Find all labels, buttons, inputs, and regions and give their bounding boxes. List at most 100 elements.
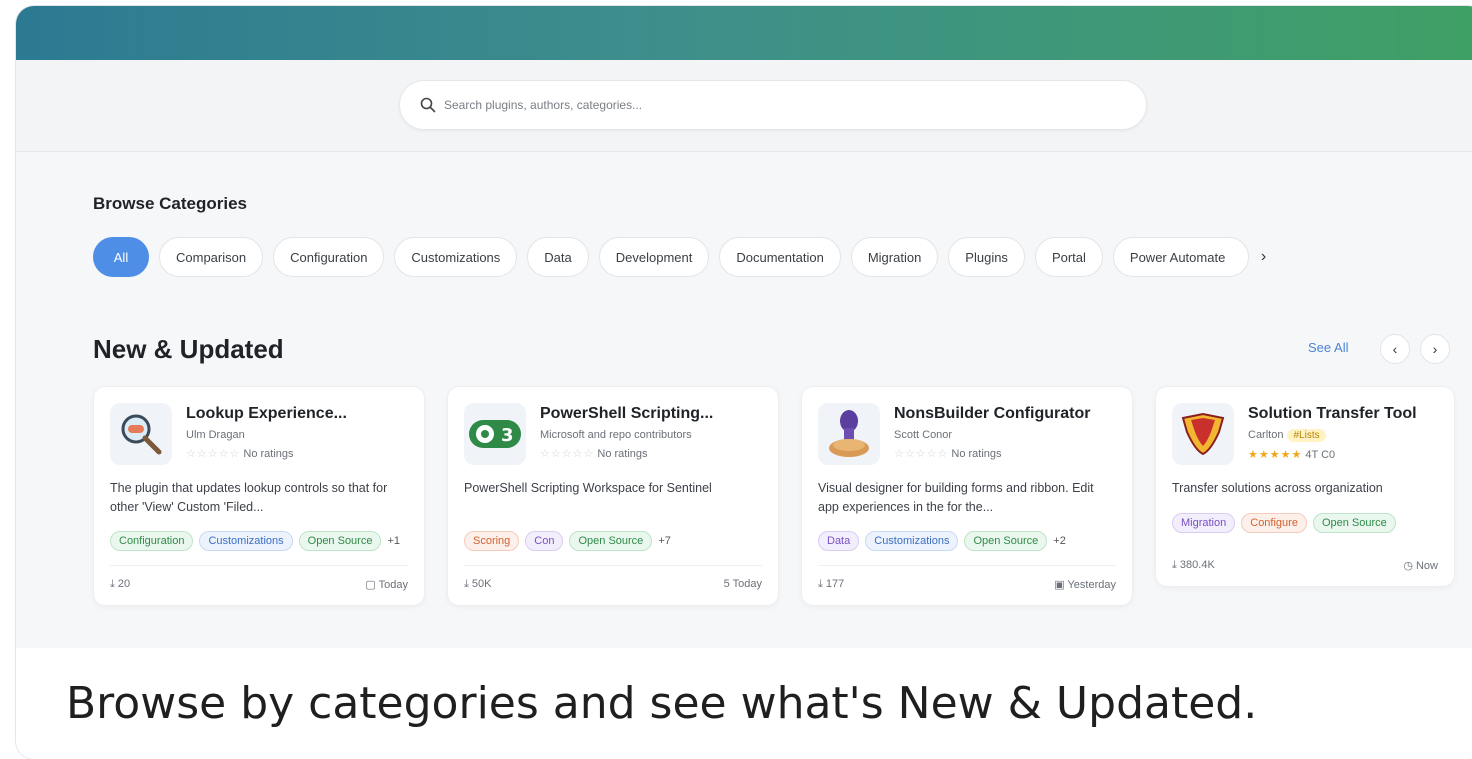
downloads: ⤓ 50K bbox=[464, 578, 492, 590]
card-tags: Migration Configure Open Source bbox=[1172, 513, 1438, 533]
tag[interactable]: Open Source bbox=[569, 531, 653, 551]
svg-text:3: 3 bbox=[501, 425, 514, 446]
card-author: Carlton #Lists bbox=[1248, 429, 1438, 442]
tag[interactable]: Customizations bbox=[199, 531, 293, 551]
card-footer: ⤓ 20 ▢ Today bbox=[110, 565, 408, 605]
category-chip-comparison[interactable]: Comparison bbox=[159, 237, 264, 277]
header-banner bbox=[16, 6, 1472, 60]
chevron-right-icon: › bbox=[1432, 341, 1438, 357]
updated: ▣ Yesterday bbox=[1054, 579, 1116, 591]
rating-stars: ★★★★★ bbox=[1248, 449, 1303, 461]
category-chip-portal[interactable]: Portal bbox=[1034, 237, 1103, 277]
category-chip-plugins[interactable]: Plugins bbox=[948, 237, 1025, 277]
card-rating: ☆☆☆☆☆ No ratings bbox=[186, 447, 408, 460]
more-tags-count: +7 bbox=[658, 535, 671, 547]
updated: ▢ Today bbox=[365, 579, 408, 591]
updated: 5 Today bbox=[723, 578, 762, 590]
tag[interactable]: Migration bbox=[1172, 513, 1236, 533]
card-description: PowerShell Scripting Workspace for Senti… bbox=[464, 481, 712, 495]
category-chips: All Comparison Configuration Customizati… bbox=[93, 236, 1266, 278]
card-rating: ★★★★★ 4T C0 bbox=[1248, 448, 1438, 461]
card-title[interactable]: Lookup Experience... bbox=[186, 405, 408, 423]
card-description: The plugin that updates lookup controls … bbox=[110, 481, 388, 515]
new-updated-title: New & Updated bbox=[93, 334, 284, 364]
calendar-icon: ▣ bbox=[1054, 579, 1068, 591]
more-tags-count: +1 bbox=[387, 535, 401, 547]
card-author: Microsoft and repo contributors bbox=[540, 429, 692, 441]
search-icon bbox=[420, 97, 436, 113]
card-rating: ☆☆☆☆☆ No ratings bbox=[894, 447, 1116, 460]
category-chip-power-automate[interactable]: Power Automate bbox=[1112, 237, 1249, 277]
card-author: Scott Conor bbox=[894, 429, 953, 441]
see-all-link[interactable]: See All bbox=[1308, 340, 1348, 355]
caption-bar: Browse by categories and see what's New … bbox=[16, 648, 1472, 759]
category-chip-customizations[interactable]: Customizations bbox=[394, 237, 518, 277]
badge: #Lists bbox=[1287, 429, 1326, 442]
caption-text: Browse by categories and see what's New … bbox=[66, 678, 1258, 729]
search-bar[interactable] bbox=[399, 80, 1147, 130]
magnifier-icon bbox=[110, 403, 172, 465]
downloads: ⤓ 380.4K bbox=[1172, 559, 1215, 571]
category-chip-data[interactable]: Data bbox=[527, 237, 589, 277]
tag[interactable]: Con bbox=[525, 531, 564, 551]
card-tags: Configuration Customizations Open Source… bbox=[110, 531, 408, 551]
chevron-right-icon[interactable]: › bbox=[1261, 248, 1266, 266]
card-footer: ⤓ 177 ▣ Yesterday bbox=[818, 565, 1116, 605]
rating-text: No ratings bbox=[243, 448, 294, 460]
tag[interactable]: Open Source bbox=[298, 531, 382, 551]
rating-stars: ☆☆☆☆☆ bbox=[540, 448, 595, 460]
category-chip-configuration[interactable]: Configuration bbox=[273, 237, 385, 277]
tag[interactable]: Open Source bbox=[964, 531, 1048, 551]
carousel-next-button[interactable]: › bbox=[1420, 334, 1450, 364]
card-title[interactable]: PowerShell Scripting... bbox=[540, 405, 762, 423]
plugin-card[interactable]: Lookup Experience... Ulm Dragan ☆☆☆☆☆ No… bbox=[93, 386, 425, 606]
category-chip-migration[interactable]: Migration bbox=[850, 237, 939, 277]
rating-stars: ☆☆☆☆☆ bbox=[894, 448, 949, 460]
updated: ◷ Now bbox=[1403, 560, 1438, 572]
download-icon: ⤓ bbox=[818, 578, 826, 590]
tag[interactable]: Open Source bbox=[1312, 513, 1396, 533]
tag[interactable]: Configure bbox=[1241, 513, 1307, 533]
rating-text: No ratings bbox=[951, 448, 1002, 460]
app-window: Browse Categories All Comparison Configu… bbox=[16, 6, 1472, 759]
card-footer: ⤓ 50K 5 Today bbox=[464, 565, 762, 605]
plugin-card[interactable]: NonsBuilder Configurator Scott Conor ☆☆☆… bbox=[801, 386, 1133, 606]
download-icon: ⤓ bbox=[1172, 559, 1180, 571]
tag[interactable]: Configuration bbox=[110, 531, 194, 551]
calendar-icon: ▢ bbox=[365, 579, 379, 591]
downloads: ⤓ 20 bbox=[110, 578, 131, 590]
stamp-icon bbox=[818, 403, 880, 465]
chevron-left-icon: ‹ bbox=[1392, 341, 1398, 357]
category-chip-documentation[interactable]: Documentation bbox=[719, 237, 841, 277]
category-chip-development[interactable]: Development bbox=[598, 237, 710, 277]
search-input[interactable] bbox=[444, 98, 1124, 112]
search-area bbox=[16, 60, 1472, 152]
downloads: ⤓ 177 bbox=[818, 578, 845, 590]
card-description: Transfer solutions across organization bbox=[1172, 481, 1383, 495]
rating-stars: ☆☆☆☆☆ bbox=[186, 448, 241, 460]
card-title[interactable]: Solution Transfer Tool bbox=[1248, 405, 1438, 423]
tag[interactable]: Scoring bbox=[464, 531, 520, 551]
rating-text: No ratings bbox=[597, 448, 648, 460]
tag[interactable]: Customizations bbox=[865, 531, 959, 551]
tag[interactable]: Data bbox=[818, 531, 860, 551]
clock-icon: ◷ bbox=[1403, 560, 1416, 572]
plugin-card[interactable]: 3 PowerShell Scripting... Microsoft and … bbox=[447, 386, 779, 606]
download-icon: ⤓ bbox=[110, 578, 118, 590]
card-tags: Scoring Con Open Source +7 bbox=[464, 531, 762, 551]
card-author: Ulm Dragan bbox=[186, 429, 245, 441]
card-rating: ☆☆☆☆☆ No ratings bbox=[540, 447, 762, 460]
card-footer: ⤓ 380.4K ◷ Now bbox=[1172, 547, 1438, 586]
card-title[interactable]: NonsBuilder Configurator bbox=[894, 405, 1116, 423]
browse-categories-title: Browse Categories bbox=[93, 194, 247, 213]
more-tags-count: +2 bbox=[1053, 535, 1066, 547]
card-tags: Data Customizations Open Source +2 bbox=[818, 531, 1116, 551]
shield-icon bbox=[1172, 403, 1234, 465]
category-chip-all[interactable]: All bbox=[93, 237, 149, 277]
carousel-prev-button[interactable]: ‹ bbox=[1380, 334, 1410, 364]
card-description: Visual designer for building forms and r… bbox=[818, 481, 1094, 515]
plugin-card[interactable]: Solution Transfer Tool Carlton #Lists ★★★… bbox=[1155, 386, 1455, 587]
powershell-icon: 3 bbox=[464, 403, 526, 465]
rating-text: 4T C0 bbox=[1305, 449, 1336, 461]
download-icon: ⤓ bbox=[464, 578, 472, 590]
